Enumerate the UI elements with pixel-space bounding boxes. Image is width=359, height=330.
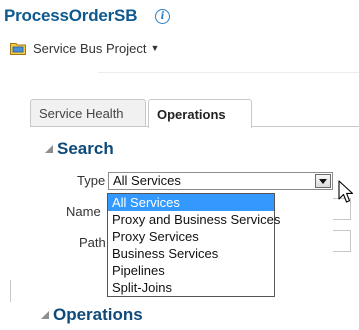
dropdown-option[interactable]: Pipelines [108,262,274,279]
dropdown-option[interactable]: Split-Joins [108,279,274,296]
page-title: ProcessOrderSB [4,6,138,25]
type-dropdown-list: All Services Proxy and Business Services… [107,193,280,297]
project-label: Service Bus Project [33,40,147,56]
name-label: Name [66,204,101,219]
search-section-title: Search [57,139,114,158]
chevron-down-icon: ▼ [150,43,160,53]
operations-section-header[interactable]: Operations [40,305,143,325]
info-icon[interactable]: i [155,9,170,24]
tab-operations[interactable]: Operations [148,99,252,128]
tab-service-health[interactable]: Service Health [30,99,146,127]
type-label: Type [77,173,106,188]
dropdown-option[interactable]: Proxy Services [108,228,274,245]
dropdown-option[interactable]: Proxy and Business Services [108,211,280,228]
folder-icon [10,42,26,55]
mouse-cursor-icon [338,180,354,203]
path-field[interactable] [333,230,351,252]
dropdown-option[interactable]: All Services [108,194,274,211]
path-label: Path [79,235,106,250]
project-selector[interactable]: Service Bus Project ▼ [10,39,159,57]
type-select[interactable]: All Services [108,172,333,190]
dropdown-button[interactable] [315,174,331,188]
divider [98,72,359,73]
dropdown-option[interactable]: Business Services [108,245,274,262]
chevron-down-icon [319,178,327,184]
collapse-triangle-icon [45,145,53,153]
collapse-triangle-icon [41,311,49,319]
divider [10,280,11,302]
operations-section-title: Operations [53,305,143,324]
search-section-header[interactable]: Search [44,139,114,159]
type-select-value: All Services [113,173,181,188]
